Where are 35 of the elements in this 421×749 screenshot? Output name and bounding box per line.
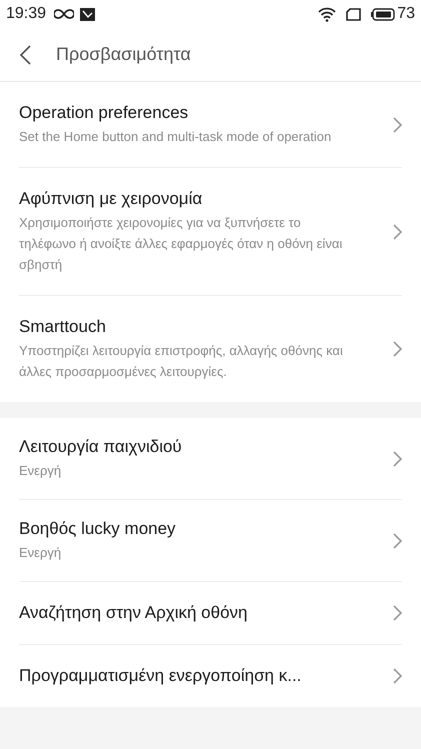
page-title: Προσβασιμότητα (56, 43, 191, 66)
chevron-right-icon (393, 224, 402, 240)
infinity-icon (54, 9, 74, 19)
settings-row[interactable]: Αφύπνιση με χειρονομία Χρησιμοποιήστε χειρονομίες για να ξυπνήσετε το τηλέφωνο ή ανοίξτε άλλες εφαρμογές όταν η οθόνη είναι σβηστή (19, 167, 402, 295)
row-title: Βοηθός lucky money (19, 518, 177, 540)
settings-row[interactable]: Βοηθός lucky money Ενεργή (19, 499, 402, 581)
status-time: 19:39 (6, 4, 46, 24)
chevron-right-icon (393, 668, 402, 684)
row-subtitle: Ενεργή (19, 544, 62, 562)
settings-row[interactable]: Λειτουργία παιχνιδιού Ενεργή (19, 418, 402, 499)
row-title: Αναζήτηση στην Αρχική οθόνη (19, 602, 248, 624)
image-icon (80, 8, 96, 20)
row-subtitle: Ενεργή (19, 462, 62, 480)
settings-row[interactable]: Αναζήτηση στην Αρχική οθόνη (19, 581, 402, 644)
chevron-right-icon (393, 605, 402, 621)
settings-row[interactable]: Operation preferences Set the Home button and multi-task mode of operation (19, 82, 402, 167)
wifi-icon (318, 6, 336, 22)
row-title: Smarttouch (19, 316, 107, 338)
row-subtitle: Set the Home button and multi-task mode of operation (19, 128, 332, 146)
battery-level: 73 (397, 4, 415, 24)
row-subtitle: Υποστηρίζει λειτουργία επιστροφής, αλλαγής οθόνης και άλλες προσαρμοσμένες λειτουργίες. (19, 342, 344, 381)
row-title: Αφύπνιση με χειρονομία (19, 188, 204, 210)
row-title: Λειτουργία παιχνιδιού (19, 436, 183, 458)
row-title: Προγραμματισμένη ενεργοποίηση κ... (19, 665, 302, 687)
chevron-right-icon (393, 450, 402, 466)
chevron-right-icon (393, 116, 402, 132)
back-icon (20, 44, 30, 64)
sim-card-icon (346, 8, 362, 20)
settings-row[interactable]: Smarttouch Υποστηρίζει λειτουργία επιστροφής, αλλαγής οθόνης και άλλες προσαρμοσμένες λειτουργίες. (19, 295, 402, 402)
row-subtitle: Χρησιμοποιήστε χειρονομίες για να ξυπνήσετε το τηλέφωνο ή ανοίξτε άλλες εφαρμογές όταν η οθόνη είναι σβηστή (19, 214, 344, 274)
row-title: Operation preferences (19, 102, 190, 124)
battery-icon (371, 8, 396, 20)
chevron-right-icon (393, 341, 402, 357)
settings-row[interactable]: Προγραμματισμένη ενεργοποίηση κ... (19, 644, 402, 707)
chevron-right-icon (393, 532, 402, 548)
